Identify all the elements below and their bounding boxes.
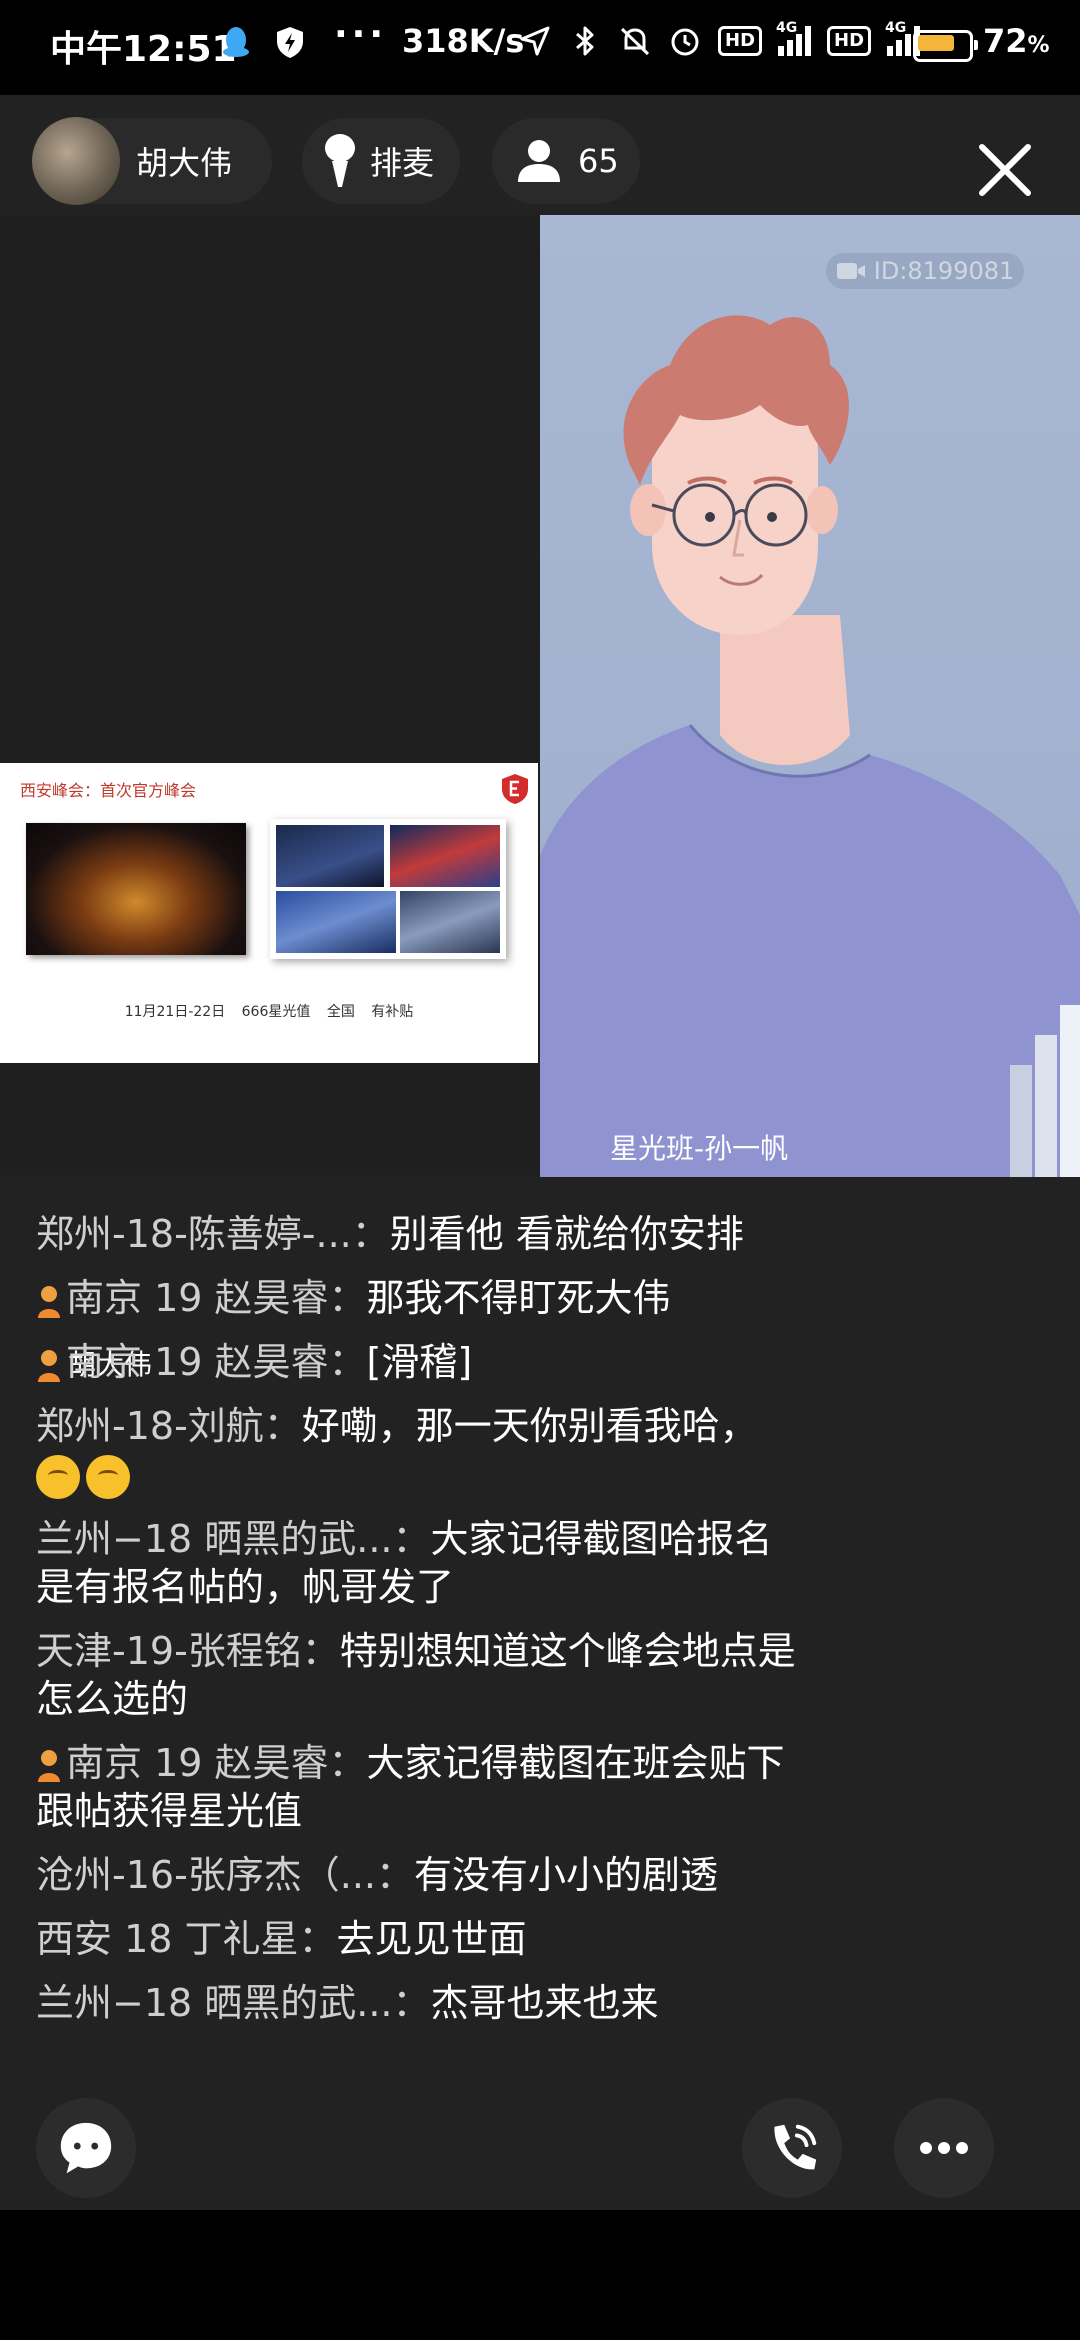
battery-icon — [913, 30, 978, 62]
battery-fill — [918, 35, 954, 51]
chat-sender[interactable]: 郑州-18-刘航： — [36, 1404, 302, 1448]
chat-text: 去见见世面 — [336, 1916, 527, 1961]
clock: 中午12:51 — [50, 29, 237, 70]
mic-queue-label: 排麦 — [370, 144, 435, 182]
thinking-emoji-icon — [86, 1454, 130, 1499]
guest-speaker-label: 星光班-孙一帆 — [610, 1132, 789, 1165]
brand-logo-icon — [502, 774, 528, 804]
hd-voice-badge-2: HD — [827, 26, 872, 56]
user-badge-icon — [38, 1285, 60, 1318]
slide-title: 西安峰会：首次官方峰会 — [20, 781, 197, 800]
alarm-icon — [668, 24, 702, 58]
chat-message: 兰州−18 晒黑的武...：杰哥也来也来 — [36, 1979, 796, 2027]
battery-percent: 72% — [983, 22, 1050, 60]
qq-icon — [218, 24, 254, 60]
more-options-button[interactable] — [894, 2098, 994, 2198]
chat-sender[interactable]: 南京 19 赵昊睿： — [66, 1276, 367, 1320]
chat-text: 好嘞，那一天你别看我哈， — [301, 1404, 758, 1448]
system-icons: HD 4G HD 4G — [518, 20, 921, 58]
phone-icon — [774, 2124, 817, 2170]
more-notifications-icon: ··· — [334, 14, 388, 55]
chat-text: 别看他 看就给你安排 — [389, 1212, 744, 1256]
host-video-panel[interactable]: 西安峰会：首次官方峰会 11月21日-22日 666星光值 全国 有补贴 胡大伟 — [0, 215, 540, 1381]
microphone-icon — [325, 134, 355, 187]
chat-text: 那我不得盯死大伟 — [366, 1276, 671, 1320]
viewer-count: 65 — [578, 142, 619, 180]
status-bar: 中午12:51 ··· 318K/s HD 4G HD 4G 72% — [0, 0, 1080, 95]
chat-input-button[interactable] — [36, 2098, 136, 2198]
chat-message: 天津-19-张程铭：特别想知道这个峰会地点是怎么选的 — [36, 1627, 796, 1723]
shield-icon — [272, 24, 308, 60]
hd-voice-badge: HD — [718, 26, 763, 56]
chat-sender[interactable]: 兰州−18 晒黑的武...： — [36, 1517, 431, 1561]
emoji-row — [36, 1454, 130, 1499]
chat-feed: 郑州-18-陈善婷-...：别看他 看就给你安排 南京 19 赵昊睿：那我不得盯… — [36, 1210, 796, 2043]
chat-message: 南京 19 赵昊睿：那我不得盯死大伟 — [36, 1274, 796, 1322]
chat-message: 郑州-18-刘航：好嘞，那一天你别看我哈， — [36, 1402, 796, 1499]
default-avatar-illustration — [540, 315, 1080, 1177]
chat-message: 兰州−18 晒黑的武...：大家记得截图哈报名是有报名帖的，帆哥发了 — [36, 1515, 796, 1611]
chat-sender[interactable]: 西安 18 丁礼星： — [36, 1917, 337, 1961]
slide-caption: 11月21日-22日 666星光值 全国 有补贴 — [124, 1004, 414, 1020]
chat-message: 沧州-16-张序杰（...：有没有小小的剧透 — [36, 1851, 796, 1899]
mic-queue-button[interactable]: 排麦 — [302, 118, 460, 204]
thinking-emoji-icon — [36, 1454, 80, 1499]
voice-call-button[interactable] — [742, 2098, 842, 2198]
chat-message: 郑州-18-陈善婷-...：别看他 看就给你安排 — [36, 1210, 796, 1258]
chat-message: 西安 18 丁礼星：去见见世面 — [36, 1915, 796, 1963]
viewer-count-chip[interactable]: 65 — [492, 118, 640, 204]
chat-sender[interactable]: 沧州-16-张序杰（...： — [36, 1853, 414, 1897]
chat-message: 南京 19 赵昊睿：大家记得截图在班会贴下跟帖获得星光值 — [36, 1739, 796, 1835]
event-photo-grid — [270, 819, 506, 959]
host-avatar[interactable] — [32, 117, 120, 205]
live-room-screen: 中午12:51 ··· 318K/s HD 4G HD 4G 72% 胡大伟 排… — [0, 0, 1080, 2340]
mute-bell-icon — [618, 24, 652, 58]
chat-text: 杰哥也来也来 — [430, 1980, 659, 2025]
chat-sender[interactable]: 兰州−18 晒黑的武...： — [36, 1981, 431, 2025]
chat-text: [滑稽] — [366, 1340, 473, 1384]
bluetooth-icon — [568, 24, 602, 58]
signal-icon-1: 4G — [776, 20, 812, 56]
bell-tower-photo — [26, 823, 246, 955]
chat-sender[interactable]: 天津-19-张程铭： — [36, 1629, 340, 1673]
network-speed: 318K/s — [402, 22, 525, 60]
host-chip[interactable]: 胡大伟 — [32, 117, 272, 205]
chat-bubble-icon — [60, 2122, 112, 2174]
user-badge-icon — [38, 1349, 60, 1382]
chat-message: 南京 19 赵昊睿：[滑稽] — [36, 1338, 796, 1386]
chat-sender[interactable]: 南京 19 赵昊睿： — [66, 1340, 367, 1384]
user-icon — [518, 140, 560, 182]
shared-slide: 西安峰会：首次官方峰会 11月21日-22日 666星光值 全国 有补贴 — [0, 763, 538, 1063]
navigation-bar-area — [0, 2210, 1080, 2340]
guest-video-panel[interactable]: ID:8199081 星光班-孙一帆 — [540, 215, 1080, 1177]
host-name: 胡大伟 — [136, 144, 233, 182]
user-badge-icon — [38, 1750, 60, 1782]
more-dots-icon — [920, 2142, 968, 2154]
chat-text: 有没有小小的剧透 — [414, 1852, 719, 1897]
chat-sender[interactable]: 郑州-18-陈善婷-...： — [36, 1212, 390, 1256]
close-icon[interactable] — [970, 135, 1040, 205]
notification-icons — [218, 24, 308, 60]
location-icon — [518, 24, 552, 58]
chat-sender[interactable]: 南京 19 赵昊睿： — [66, 1741, 367, 1785]
